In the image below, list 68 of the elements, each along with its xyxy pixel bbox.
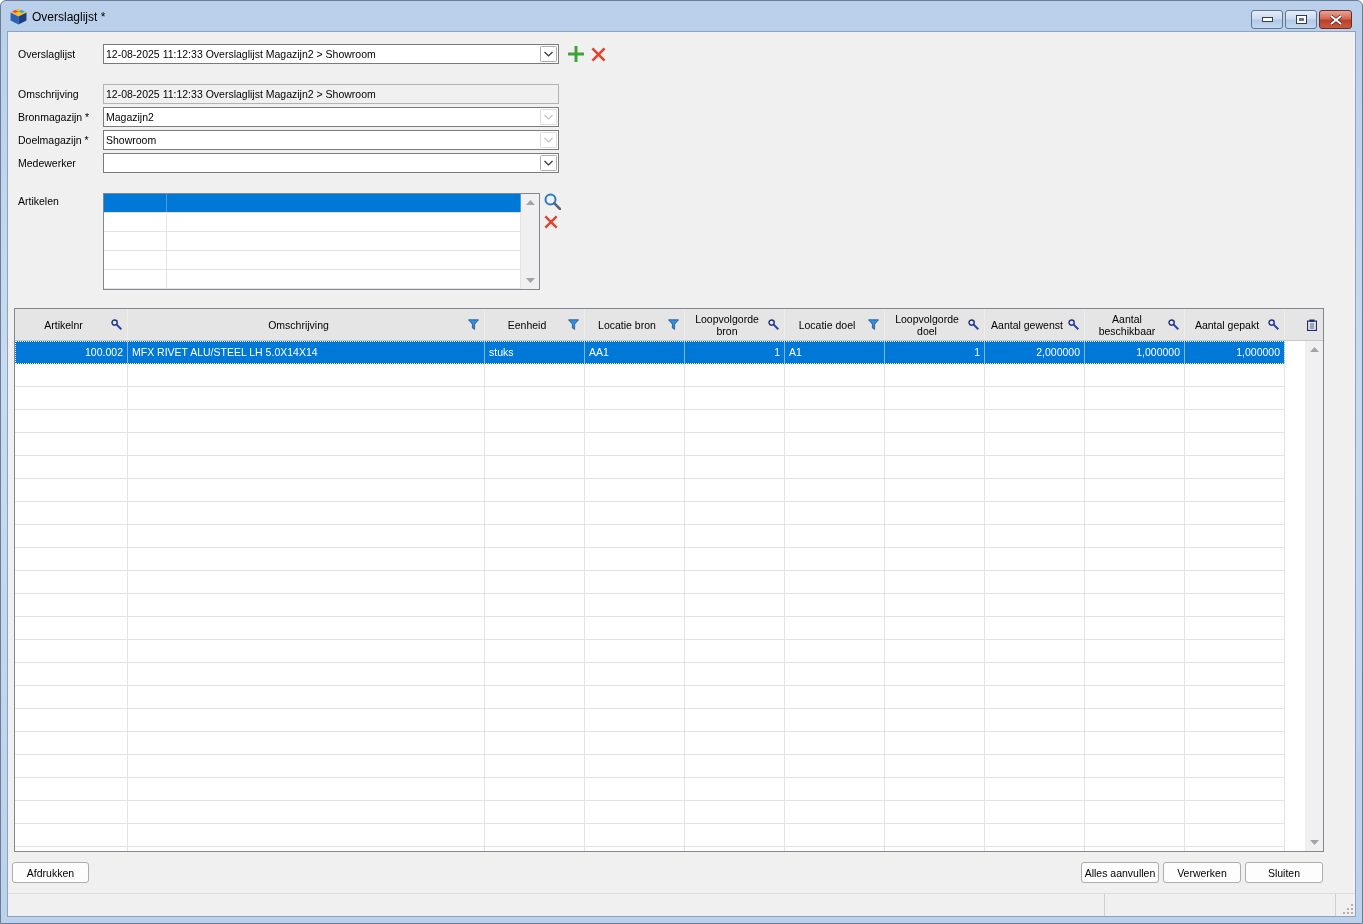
- table-cell: 1: [685, 341, 785, 364]
- search-icon[interactable]: [1068, 319, 1079, 330]
- column-header[interactable]: Aantal gewenst: [985, 309, 1085, 340]
- cube-icon: [10, 7, 27, 25]
- up-arrow-icon: [1309, 347, 1319, 352]
- dropdown-field[interactable]: 12-08-2025 11:12:33 Overslaglijst Magazijn2 > Showroom: [103, 44, 559, 64]
- search-icon[interactable]: [968, 319, 979, 330]
- minimize-button[interactable]: [1251, 10, 1283, 29]
- column-header[interactable]: Loopvolgorde doel: [885, 309, 985, 340]
- action-button[interactable]: Alles aanvullen: [1081, 862, 1159, 883]
- maximize-icon: [1295, 15, 1307, 24]
- chevron-icon: [540, 46, 557, 62]
- chevron-icon: [540, 155, 557, 171]
- field-label: Medewerker: [18, 157, 77, 169]
- dropdown-field[interactable]: [103, 153, 559, 173]
- table-cell: 1: [885, 341, 985, 364]
- up-arrow-icon: [525, 200, 535, 205]
- table-cell: MFX RIVET ALU/STEEL LH 5.0X14X14: [128, 341, 485, 364]
- maximize-button[interactable]: [1285, 10, 1317, 29]
- column-header[interactable]: Aantal beschikbaar: [1085, 309, 1185, 340]
- print-button[interactable]: Afdrukken: [12, 862, 89, 883]
- close-icon: [1329, 14, 1342, 25]
- chevron-icon: [540, 132, 557, 148]
- table-cell: 100.002: [15, 341, 128, 364]
- minimize-icon: [1261, 17, 1273, 22]
- filter-icon[interactable]: [868, 319, 879, 330]
- delete-icon[interactable]: [591, 46, 606, 62]
- list-row[interactable]: [104, 194, 521, 213]
- search-icon[interactable]: [768, 319, 779, 330]
- action-button[interactable]: Verwerken: [1163, 862, 1241, 883]
- search-icon[interactable]: [1168, 319, 1179, 330]
- table-cell: stuks: [485, 341, 585, 364]
- column-header[interactable]: Omschrijving: [128, 309, 485, 340]
- column-header[interactable]: Locatie bron: [585, 309, 685, 340]
- filter-icon[interactable]: [668, 319, 679, 330]
- down-arrow-icon: [1309, 840, 1319, 845]
- table-cell: AA1: [585, 341, 685, 364]
- column-header[interactable]: Eenheid: [485, 309, 585, 340]
- filter-icon[interactable]: [568, 319, 579, 330]
- clipboard-icon[interactable]: [1307, 318, 1317, 331]
- chevron-icon: [540, 109, 557, 125]
- field-label: Doelmagazijn *: [18, 134, 90, 146]
- search-icon[interactable]: [1268, 319, 1279, 330]
- column-header[interactable]: Aantal gepakt: [1185, 309, 1285, 340]
- filter-icon[interactable]: [468, 319, 479, 330]
- column-header[interactable]: Artikelnr: [15, 309, 128, 340]
- table-cell: A1: [785, 341, 885, 364]
- down-arrow-icon: [525, 278, 535, 283]
- close-button[interactable]: [1319, 10, 1352, 29]
- delete-icon[interactable]: [544, 215, 558, 229]
- scrollbar[interactable]: [1305, 341, 1323, 851]
- table-cell: 2,000000: [985, 341, 1085, 364]
- scrollbar[interactable]: [521, 194, 539, 289]
- table-cell: 1,000000: [1185, 341, 1285, 364]
- size-grip-icon[interactable]: [1342, 903, 1353, 914]
- field-label: Omschrijving: [18, 88, 80, 100]
- column-header[interactable]: Loopvolgorde bron: [685, 309, 785, 340]
- field-label: Overslaglijst: [18, 48, 77, 60]
- search-icon[interactable]: [111, 319, 122, 330]
- plus-icon[interactable]: [568, 46, 584, 62]
- field-label: Bronmagazijn *: [18, 111, 91, 123]
- search-icon[interactable]: [544, 193, 561, 210]
- field-label: Artikelen: [18, 194, 60, 207]
- table-row[interactable]: 100.002 MFX RIVET ALU/STEEL LH 5.0X14X14 stuks AA1 1 A1 1 2,000000 1,000000 1,000000: [15, 341, 1285, 364]
- table-cell: 1,000000: [1085, 341, 1185, 364]
- column-header[interactable]: Locatie doel: [785, 309, 885, 340]
- window-title: Overslaglijst *: [32, 9, 106, 24]
- action-button[interactable]: Sluiten: [1245, 862, 1323, 883]
